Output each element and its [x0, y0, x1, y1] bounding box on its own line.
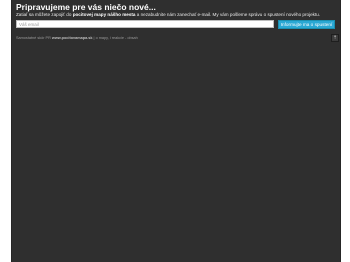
notify-me-button[interactable]: Informujte ma o spustení: [278, 20, 335, 29]
subtext-intro: Zatiaľ sa môžete zapojiť do: [16, 12, 73, 17]
footer-note-text: Samostatné skôr PR: [16, 36, 52, 40]
page-container: Pripravujeme pre vás niečo nové... Zatia…: [11, 0, 341, 262]
scroll-to-top-button[interactable]: ⇡: [331, 34, 339, 42]
footer-note-tail: | o mapy, i reakcie - obsah: [92, 36, 138, 40]
footer-note: Samostatné skôr PR www.pocitovamapa.sk |…: [16, 36, 138, 40]
footer-site-link[interactable]: www.pocitovamapa.sk: [52, 36, 93, 40]
announcement-subtext: Zatiaľ sa môžete zapojiť do pocitovej ma…: [16, 12, 320, 17]
arrow-up-icon: ⇡: [332, 35, 338, 41]
feeling-map-link-text: pocitovej mapy nášho mesta: [72, 12, 136, 17]
announcement-headline: Pripravujeme pre vás niečo nové...: [16, 2, 156, 12]
subtext-outro: a nezabudnite nám zanechať e-mail. My vá…: [135, 12, 321, 17]
email-input[interactable]: [16, 20, 274, 28]
